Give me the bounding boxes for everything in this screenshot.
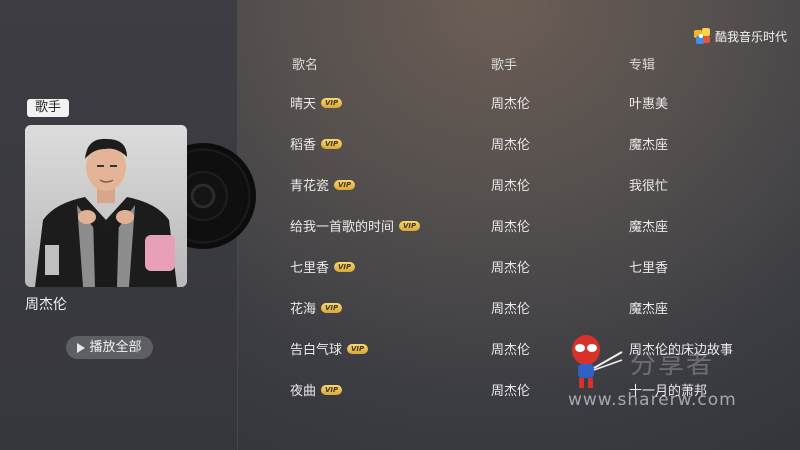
song-album: 我很忙 [629,179,669,194]
song-title-cell: 夜曲 VIP [290,380,343,399]
song-row[interactable]: 晴天 VIP 周杰伦 叶惠美 [244,83,784,121]
song-album: 魔杰座 [629,302,669,317]
vip-badge: VIP [334,261,356,272]
artist-portrait [25,125,187,287]
song-title: 稻香 [290,138,317,153]
song-title-cell: 青花瓷 VIP [290,175,356,194]
song-artist: 周杰伦 [491,179,531,194]
artist-name: 周杰伦 [25,297,67,313]
song-title: 晴天 [290,97,317,112]
song-artist: 周杰伦 [491,138,531,153]
vip-badge: VIP [321,302,343,313]
song-title: 告白气球 [290,343,343,358]
song-title: 花海 [290,302,317,317]
artist-sidebar: 歌手 周杰伦 播放全部 [0,0,256,450]
song-title-cell: 花海 VIP [290,298,343,317]
song-title-cell: 给我一首歌的时间 VIP [290,216,421,235]
song-album: 魔杰座 [629,138,669,153]
cube-app-icon [694,28,710,44]
vip-badge: VIP [347,343,369,354]
song-row[interactable]: 给我一首歌的时间 VIP 周杰伦 魔杰座 [244,206,784,244]
song-row[interactable]: 青花瓷 VIP 周杰伦 我很忙 [244,165,784,203]
song-title-cell: 七里香 VIP [290,257,356,276]
play-icon [77,342,86,353]
vip-badge: VIP [399,220,421,231]
brand-name: 酷我音乐时代 [715,29,788,44]
song-title-cell: 稻香 VIP [290,134,343,153]
song-title: 青花瓷 [290,179,330,194]
song-row[interactable]: 花海 VIP 周杰伦 魔杰座 [244,288,784,326]
song-artist: 周杰伦 [491,302,531,317]
song-artist: 周杰伦 [491,261,531,276]
song-title: 夜曲 [290,384,317,399]
song-row[interactable]: 夜曲 VIP 周杰伦 十一月的萧邦 [244,370,784,408]
brand-logo: 酷我音乐时代 [693,27,787,45]
column-header-album: 专辑 [629,58,656,73]
vip-badge: VIP [321,384,343,395]
play-all-label: 播放全部 [89,340,142,355]
song-row[interactable]: 稻香 VIP 周杰伦 魔杰座 [244,124,784,162]
play-all-button[interactable]: 播放全部 [66,336,153,359]
song-title-cell: 晴天 VIP [290,93,343,112]
song-artist: 周杰伦 [491,220,531,235]
column-header-song: 歌名 [292,58,319,73]
song-album: 叶惠美 [629,97,669,112]
song-artist: 周杰伦 [491,97,531,112]
vip-badge: VIP [334,179,356,190]
song-album: 十一月的萧邦 [629,384,708,399]
vip-badge: VIP [321,97,343,108]
song-row[interactable]: 告白气球 VIP 周杰伦 周杰伦的床边故事 [244,329,784,367]
song-album: 魔杰座 [629,220,669,235]
song-album: 七里香 [629,261,669,276]
song-title-cell: 告白气球 VIP [290,339,369,358]
song-artist: 周杰伦 [491,384,531,399]
section-tag-artist: 歌手 [27,99,70,117]
vip-badge: VIP [321,138,343,149]
song-album: 周杰伦的床边故事 [629,343,734,358]
song-row[interactable]: 七里香 VIP 周杰伦 七里香 [244,247,784,285]
song-title: 给我一首歌的时间 [290,220,395,235]
song-title: 七里香 [290,261,330,276]
column-header-artist: 歌手 [491,58,518,73]
song-artist: 周杰伦 [491,343,531,358]
artist-cover-image[interactable] [25,125,187,287]
